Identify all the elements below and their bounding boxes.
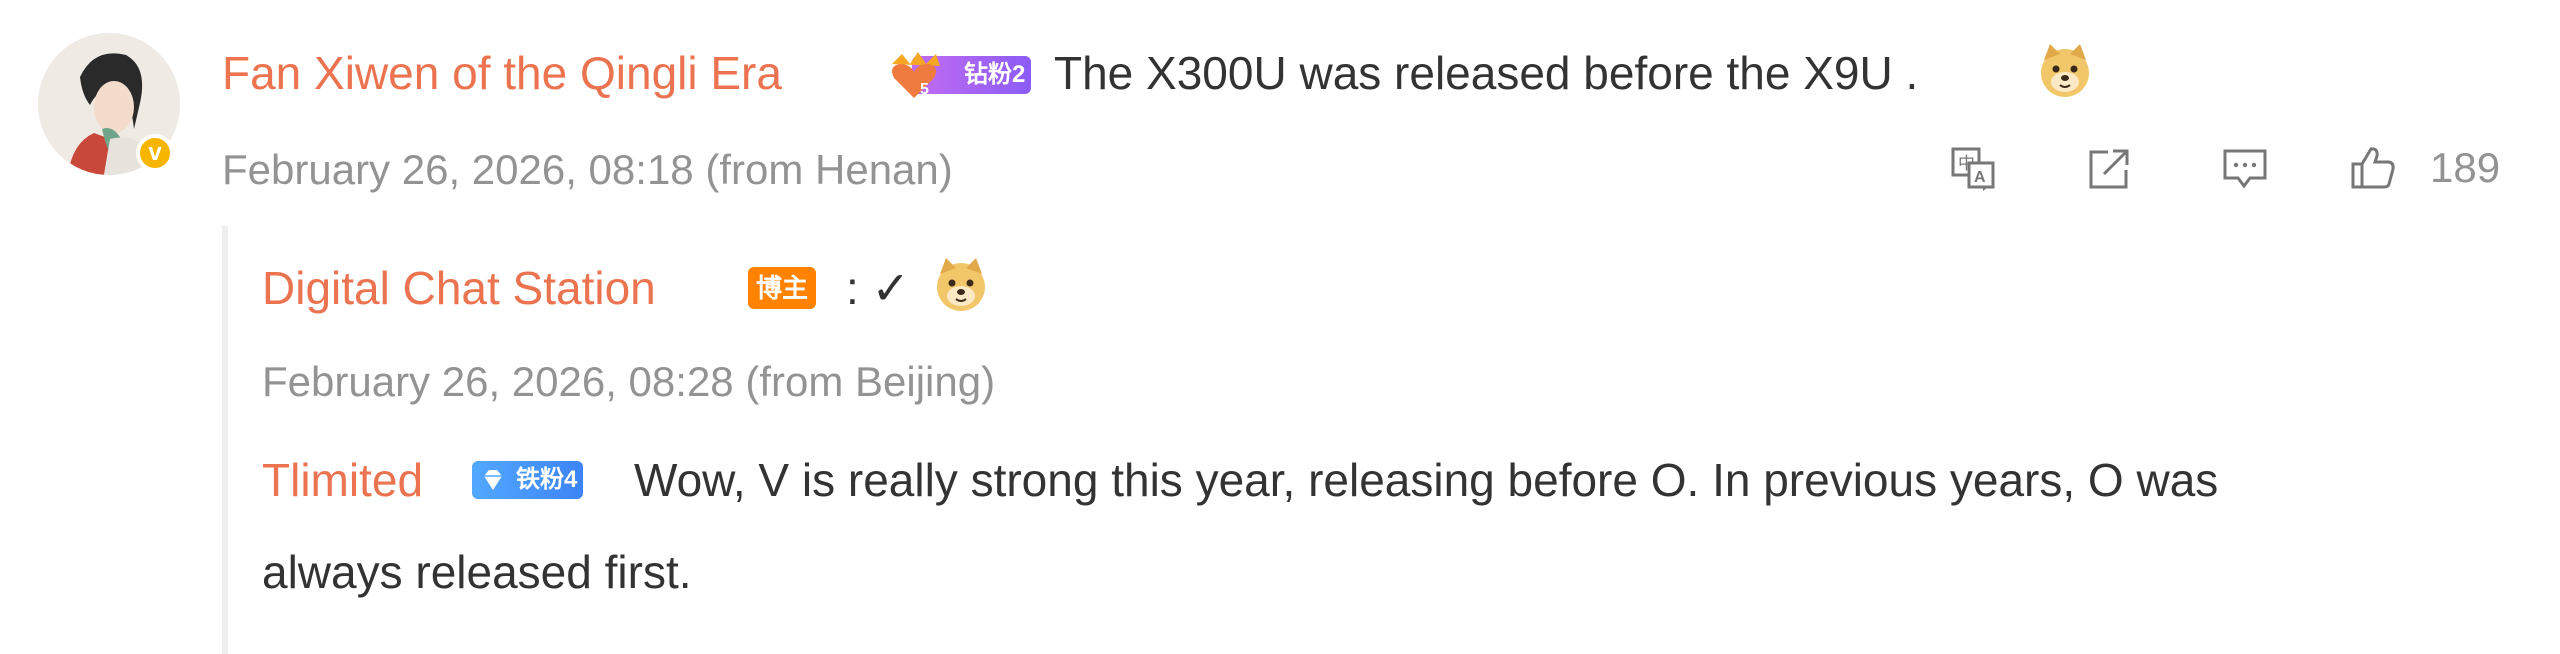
comment-icon[interactable]	[2222, 146, 2268, 192]
translate-icon[interactable]: 中 A	[1950, 146, 1996, 192]
blogger-badge: 博主	[748, 267, 817, 309]
verified-v-icon: v	[136, 134, 174, 172]
comment-text: The X300U was released before the X9U .	[1054, 47, 1919, 99]
comment-location: (from Henan)	[705, 146, 953, 193]
comment-timestamp: February 26, 2026, 08:18	[222, 146, 694, 193]
reply-meta: February 26, 2026, 08:28 (from Beijing)	[262, 356, 995, 408]
weibo-comment-page: v Fan Xiwen of the Qingli Era 钻粉2 5 The …	[0, 0, 2560, 654]
reply-text: : ✓	[846, 262, 911, 314]
reply-list: Digital Chat Station 博主 : ✓ February 26,…	[222, 226, 2560, 654]
comment-username[interactable]: Fan Xiwen of the Qingli Era	[222, 45, 782, 101]
fan-badge[interactable]: 钻粉2 5	[886, 50, 1036, 100]
reply-username[interactable]: Digital Chat Station	[262, 260, 656, 316]
comment-meta: February 26, 2026, 08:18 (from Henan)	[222, 144, 953, 196]
crown-heart-icon: 5	[892, 52, 940, 98]
reply-location: (from Beijing)	[745, 358, 996, 405]
reply-text-line2: always released first.	[262, 546, 692, 598]
share-icon[interactable]	[2086, 146, 2132, 192]
diamond-icon	[484, 470, 502, 490]
badge-level-glyph: 5	[920, 81, 929, 98]
doge-emoji	[2041, 44, 2089, 97]
reply-timestamp: February 26, 2026, 08:28	[262, 358, 734, 405]
svg-text:A: A	[1974, 169, 1986, 186]
doge-emoji	[937, 258, 985, 311]
thumbs-up-icon[interactable]	[2350, 144, 2396, 190]
reply-text-line1: Wow, V is really strong this year, relea…	[634, 454, 2219, 506]
like-count: 189	[2430, 144, 2501, 191]
iron-fan-badge[interactable]: 铁粉4	[472, 456, 612, 504]
reply-username[interactable]: Tlimited	[262, 452, 423, 508]
